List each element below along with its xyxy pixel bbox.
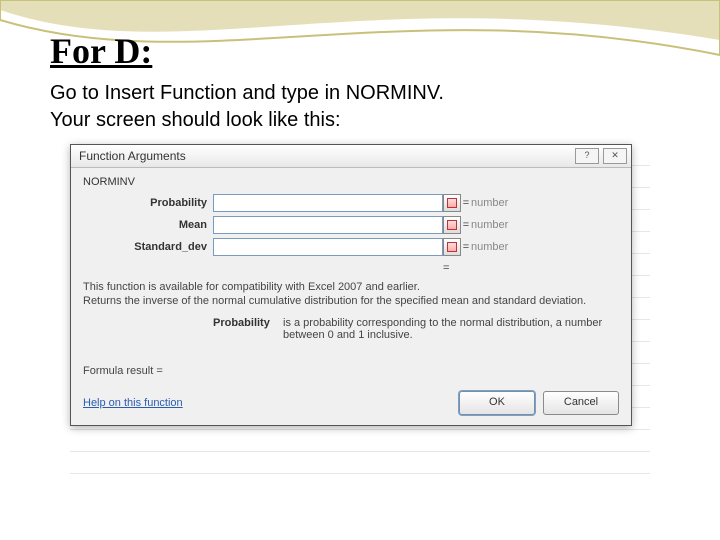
intro-line-2: Your screen should look like this: xyxy=(50,109,341,131)
mean-input[interactable] xyxy=(213,216,443,234)
stddev-input[interactable] xyxy=(213,238,443,256)
dialog-titlebar[interactable]: Function Arguments ? ✕ xyxy=(71,145,631,168)
equals-sign-3: = xyxy=(461,241,471,253)
function-description: This function is available for compatibi… xyxy=(83,280,619,309)
probability-hint: number xyxy=(471,197,591,209)
function-arguments-dialog: Function Arguments ? ✕ NORMINV Probabili… xyxy=(70,144,632,426)
stddev-ref-button[interactable] xyxy=(443,238,461,256)
formula-result: Formula result = xyxy=(83,365,619,377)
description-line-1: This function is available for compatibi… xyxy=(83,281,420,293)
stddev-hint: number xyxy=(471,241,591,253)
probability-input[interactable] xyxy=(213,194,443,212)
probability-label: Probability xyxy=(83,197,213,209)
cancel-button[interactable]: Cancel xyxy=(543,391,619,415)
function-name: NORMINV xyxy=(83,176,619,188)
probability-detail-text: is a probability corresponding to the no… xyxy=(283,317,619,341)
result-equals: = xyxy=(443,262,619,274)
dialog-title: Function Arguments xyxy=(79,149,186,163)
equals-sign-2: = xyxy=(461,219,471,231)
ok-button[interactable]: OK xyxy=(459,391,535,415)
help-link[interactable]: Help on this function xyxy=(83,397,183,409)
help-icon[interactable]: ? xyxy=(575,148,599,164)
mean-hint: number xyxy=(471,219,591,231)
close-icon[interactable]: ✕ xyxy=(603,148,627,164)
slide-heading: For D: xyxy=(50,30,670,72)
equals-sign: = xyxy=(461,197,471,209)
slide-intro: Go to Insert Function and type in NORMIN… xyxy=(50,80,670,134)
stddev-label: Standard_dev xyxy=(83,241,213,253)
mean-label: Mean xyxy=(83,219,213,231)
formula-result-label: Formula result = xyxy=(83,365,163,377)
probability-detail-label: Probability xyxy=(213,317,283,341)
probability-ref-button[interactable] xyxy=(443,194,461,212)
mean-ref-button[interactable] xyxy=(443,216,461,234)
description-line-2: Returns the inverse of the normal cumula… xyxy=(83,295,586,307)
intro-line-1: Go to Insert Function and type in NORMIN… xyxy=(50,82,444,104)
probability-detail: Probability is a probability correspondi… xyxy=(213,317,619,341)
